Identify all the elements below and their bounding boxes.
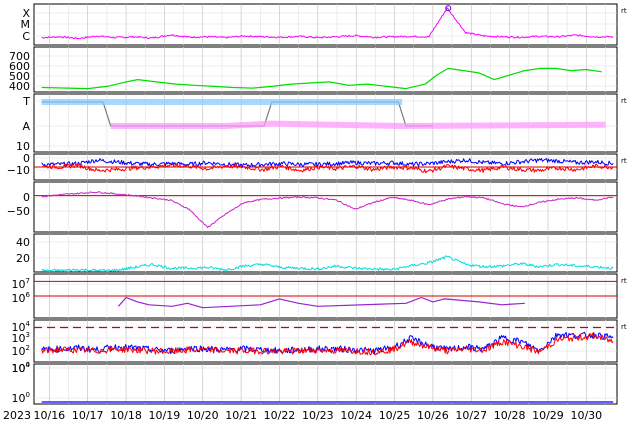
panel-speed: 700600500400 [9, 46, 618, 93]
date-axis: 2023 10/16 10/17 10/18 10/19 10/20 10/21 10/22… [3, 409, 602, 422]
date-tick-label: 10/27 [455, 409, 487, 422]
tick-label: 104 [12, 361, 31, 375]
panel-density: 4020 [16, 233, 618, 273]
tick-label: A [22, 120, 30, 133]
date-tick-label: 10/16 [33, 409, 65, 422]
tick-label: 107 [12, 277, 30, 291]
realtime-flag: rt [621, 277, 627, 285]
tick-label: 106 [12, 291, 31, 305]
realtime-flag: rt [621, 323, 627, 331]
tick-label: C [22, 30, 30, 43]
panel-group: XMCrt700600500400TArt100−10rt0−504020107… [7, 3, 627, 405]
series-2-line [110, 120, 606, 129]
date-tick-label: 10/21 [225, 409, 257, 422]
date-tick-label: 10/29 [532, 409, 564, 422]
date-tick-label: 10/22 [264, 409, 296, 422]
tick-label: 20 [16, 252, 30, 265]
panel-protons: 104 100 [12, 361, 618, 405]
panel-dst: 0−50 [7, 181, 618, 233]
panel-frame [33, 319, 618, 363]
tick-exponent: 4 [26, 361, 31, 369]
realtime-flag: rt [621, 7, 627, 15]
tick-exponent: 3 [26, 331, 30, 339]
date-tick-label: 10/28 [494, 409, 526, 422]
panel-frame [33, 233, 618, 273]
date-tick-label: 10/20 [187, 409, 219, 422]
realtime-flag: rt [621, 157, 627, 165]
tick-label: −10 [7, 164, 30, 177]
date-tick-label: 10/19 [149, 409, 181, 422]
panel-polarity: TArt [22, 93, 627, 153]
tick-label: 100 [12, 391, 30, 405]
tick-exponent: 0 [26, 391, 30, 399]
date-tick-label: 10/17 [72, 409, 104, 422]
date-tick-label: 10/24 [340, 409, 372, 422]
date-tick-label: 10/25 [379, 409, 411, 422]
realtime-flag: rt [621, 97, 627, 105]
tick-label: T [22, 95, 30, 108]
tick-label: 400 [9, 80, 30, 93]
tick-exponent: 2 [26, 344, 30, 352]
tick-label: 103 [12, 331, 30, 345]
date-tick-label: 10/18 [110, 409, 142, 422]
date-tick-label: 10/23 [302, 409, 334, 422]
tick-exponent: 7 [26, 277, 30, 285]
tick-exponent: 6 [26, 291, 31, 299]
tick-label: −50 [7, 205, 30, 218]
space-weather-stack: XMCrt700600500400TArt100−10rt0−504020107… [3, 3, 627, 422]
panel-bfield: 100−10rt [7, 140, 627, 181]
year-label: 2023 [3, 409, 31, 422]
date-tick-label: 10/30 [570, 409, 602, 422]
tick-label: 0 [23, 191, 30, 204]
panel-frame [33, 181, 618, 233]
panel-xray-class: XMCrt [21, 3, 627, 46]
panel-frame [33, 3, 618, 46]
date-tick-label: 10/26 [417, 409, 449, 422]
tick-label: 102 [12, 344, 30, 358]
tick-label: 40 [16, 236, 30, 249]
tick-exponent: 4 [26, 320, 31, 328]
panel-electron-flux: 107106 rt [12, 273, 627, 319]
